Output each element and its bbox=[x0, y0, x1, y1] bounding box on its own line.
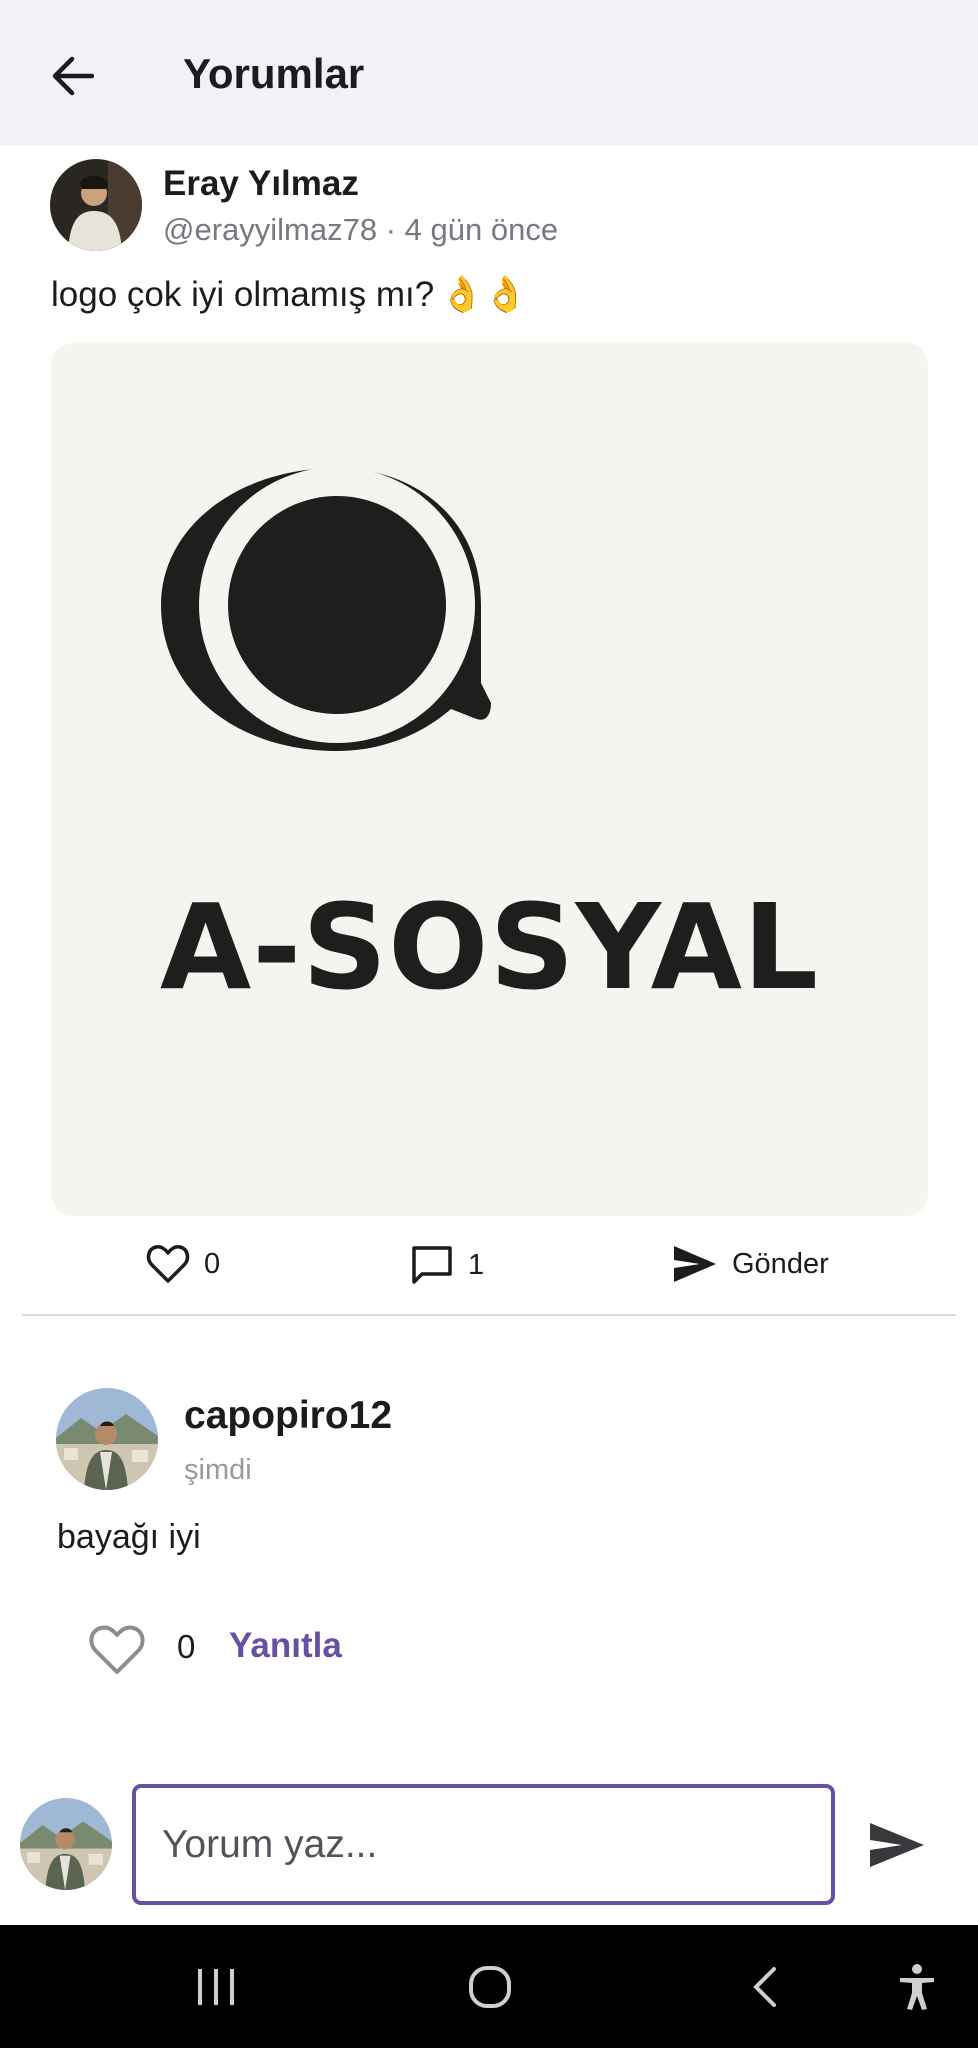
post-actions: 0 1 Gönder bbox=[0, 1236, 978, 1306]
comment-input[interactable] bbox=[132, 1784, 835, 1905]
accessibility-icon bbox=[900, 1964, 934, 2010]
section-divider bbox=[22, 1314, 956, 1316]
post-caption: logo çok iyi olmamış mı? bbox=[51, 274, 435, 314]
current-user-avatar bbox=[20, 1798, 112, 1890]
recent-apps-icon bbox=[198, 1969, 234, 2005]
accessibility-button[interactable] bbox=[882, 1955, 952, 2019]
comment-composer bbox=[0, 1778, 978, 1924]
arrow-left-icon bbox=[52, 56, 94, 96]
post-author-handle: @erayyilmaz78 bbox=[163, 212, 378, 247]
post-time: 4 gün önce bbox=[404, 212, 559, 247]
comment-author-avatar[interactable] bbox=[56, 1388, 158, 1490]
chevron-left-icon bbox=[753, 1967, 776, 2007]
reply-button[interactable]: Yanıtla bbox=[229, 1626, 342, 1666]
comment-username[interactable]: capopiro12 bbox=[184, 1394, 392, 1438]
comment-time: şimdi bbox=[184, 1454, 252, 1486]
meta-separator: · bbox=[385, 212, 397, 247]
like-button[interactable]: 0 bbox=[146, 1244, 220, 1284]
comment-like-count: 0 bbox=[177, 1628, 196, 1665]
system-nav-bar bbox=[0, 1925, 978, 2048]
heart-outline-icon bbox=[89, 1625, 145, 1674]
post-author-name[interactable]: Eray Yılmaz bbox=[163, 164, 359, 204]
page-title: Yorumlar bbox=[183, 50, 365, 97]
send-icon bbox=[674, 1246, 716, 1282]
ok-hand-emoji: 👌👌 bbox=[440, 275, 528, 314]
like-count: 0 bbox=[204, 1247, 221, 1280]
comment-button[interactable]: 1 bbox=[410, 1244, 484, 1286]
comment-like-button[interactable] bbox=[88, 1624, 146, 1676]
recent-apps-button[interactable] bbox=[181, 1955, 251, 2019]
comment-text: bayağı iyi bbox=[57, 1518, 201, 1556]
share-label: Gönder bbox=[732, 1247, 829, 1280]
share-button[interactable]: Gönder bbox=[672, 1244, 829, 1284]
post-image[interactable]: A-SOSYAL bbox=[51, 343, 928, 1216]
post-meta: @erayyilmaz78 · 4 gün önce bbox=[163, 212, 558, 248]
comment-icon bbox=[412, 1246, 452, 1284]
back-button[interactable] bbox=[40, 46, 104, 106]
post-text: logo çok iyi olmamış mı? 👌👌 bbox=[51, 274, 527, 315]
home-icon bbox=[469, 1966, 511, 2008]
a-sosyal-logo-icon bbox=[161, 467, 491, 751]
send-comment-button[interactable] bbox=[864, 1814, 930, 1876]
comment-count: 1 bbox=[468, 1248, 485, 1281]
send-icon bbox=[870, 1823, 924, 1867]
post-author-avatar[interactable] bbox=[50, 159, 142, 251]
heart-outline-icon bbox=[146, 1245, 190, 1283]
home-button[interactable] bbox=[455, 1955, 525, 2019]
system-back-button[interactable] bbox=[730, 1955, 800, 2019]
app-bar: Yorumlar bbox=[0, 0, 978, 146]
logo-wordmark: A-SOSYAL bbox=[159, 878, 820, 1016]
